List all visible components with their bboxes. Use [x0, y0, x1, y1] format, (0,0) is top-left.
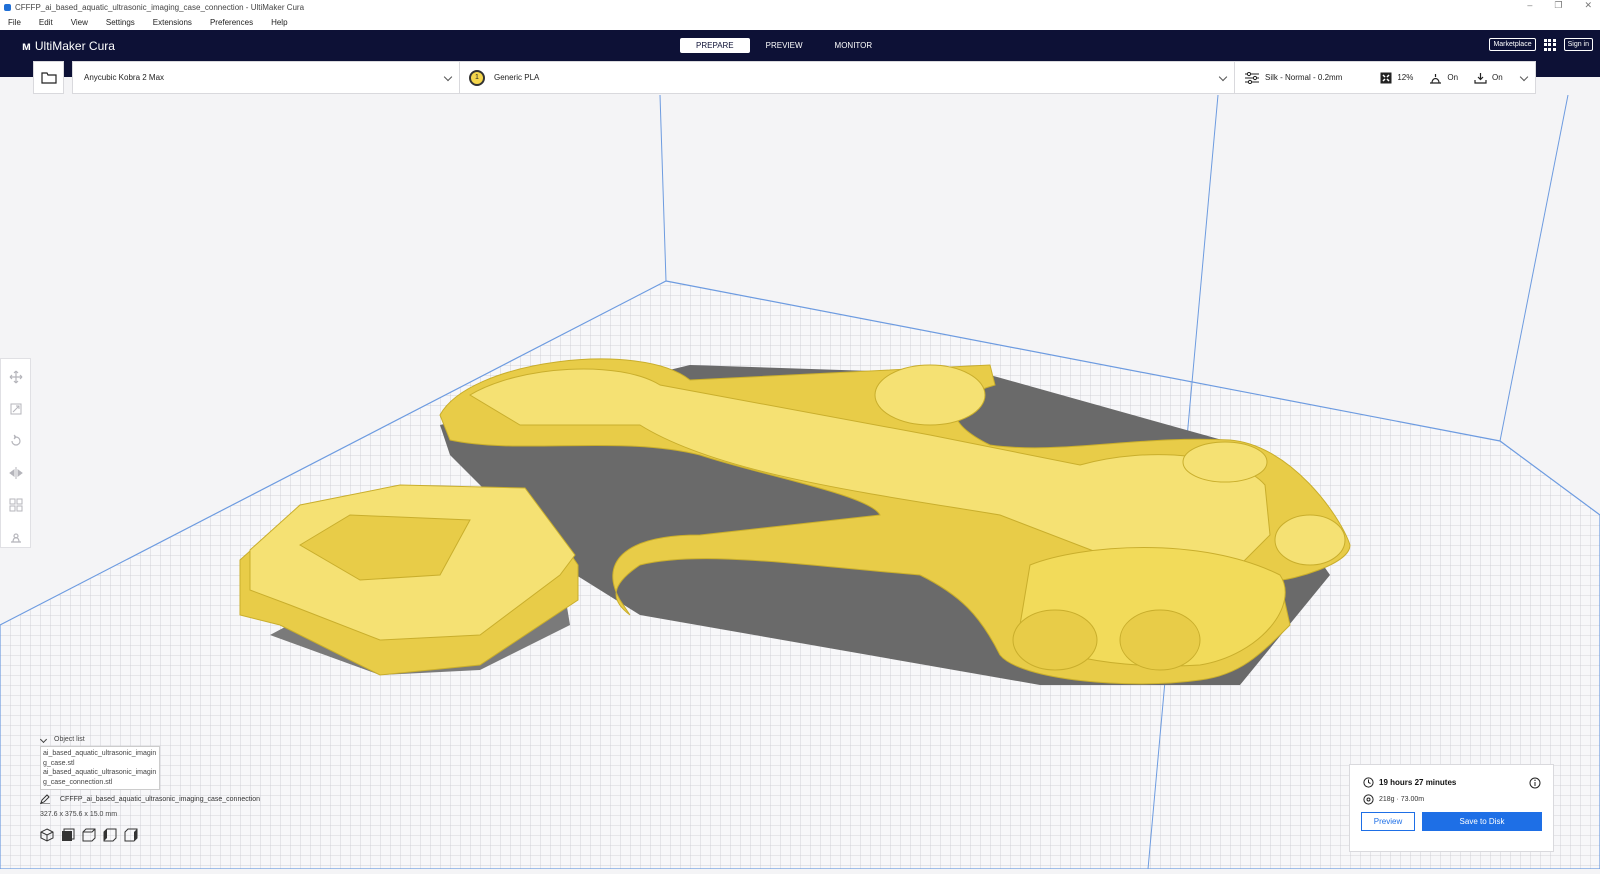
open-file-button[interactable] — [33, 61, 64, 94]
menu-edit[interactable]: Edit — [39, 18, 53, 27]
chevron-down-icon — [443, 72, 453, 82]
window-controls: – ❐ ✕ — [1527, 0, 1592, 11]
marketplace-button[interactable]: Marketplace — [1489, 38, 1536, 51]
print-time: 19 hours 27 minutes — [1363, 777, 1456, 788]
sliders-icon — [1245, 71, 1259, 84]
transform-tools-panel — [0, 358, 31, 548]
infill-setting: 12% — [1380, 72, 1413, 84]
view-front-icon[interactable] — [61, 828, 75, 842]
menu-file[interactable]: File — [8, 18, 21, 27]
list-item[interactable]: ai_based_aquatic_ultrasonic_imaging_case… — [43, 768, 157, 787]
profile-name: Silk - Normal - 0.2mm — [1265, 73, 1343, 82]
print-summary-panel: 19 hours 27 minutes 218g · 73.00m Previe… — [1349, 764, 1554, 852]
app-logo: ᴍ UltiMaker Cura — [22, 39, 115, 53]
pencil-icon[interactable] — [40, 794, 50, 804]
folder-icon — [40, 72, 57, 84]
clock-icon — [1363, 777, 1374, 788]
scale-tool-icon[interactable] — [9, 399, 23, 419]
material-selector[interactable]: 1 Generic PLA — [459, 61, 1235, 94]
spool-icon — [1363, 794, 1374, 805]
object-list-panel: Object list ai_based_aquatic_ultrasonic_… — [38, 735, 160, 790]
menu-settings[interactable]: Settings — [106, 18, 135, 27]
view-left-icon[interactable] — [103, 828, 117, 842]
close-button[interactable]: ✕ — [1584, 0, 1592, 11]
tab-prepare[interactable]: PREPARE — [680, 38, 750, 53]
menu-extensions[interactable]: Extensions — [153, 18, 192, 27]
move-tool-icon[interactable] — [9, 367, 23, 387]
restore-button[interactable]: ❐ — [1554, 0, 1562, 11]
support-setting: On — [1429, 72, 1458, 84]
list-item[interactable]: ai_based_aquatic_ultrasonic_imaging_case… — [43, 749, 157, 768]
material-usage-value: 218g · 73.00m — [1379, 796, 1425, 803]
cura-app-icon — [4, 3, 11, 11]
minimize-button[interactable]: – — [1527, 0, 1532, 11]
material-name: Generic PLA — [494, 73, 540, 82]
print-time-value: 19 hours 27 minutes — [1379, 778, 1457, 787]
profile-setting: Silk - Normal - 0.2mm — [1244, 71, 1343, 84]
apps-grid-icon[interactable] — [1543, 38, 1556, 51]
print-settings-selector[interactable]: Silk - Normal - 0.2mm 12% On On — [1234, 61, 1536, 94]
adhesion-value: On — [1492, 73, 1503, 82]
infill-icon — [1380, 72, 1392, 83]
object-list-box: ai_based_aquatic_ultrasonic_imaging_case… — [40, 746, 160, 790]
tab-monitor[interactable]: MONITOR — [819, 38, 889, 53]
printer-name: Anycubic Kobra 2 Max — [84, 73, 165, 82]
ultimaker-logo-icon: ᴍ — [22, 39, 31, 53]
build-volume-edge — [659, 94, 667, 282]
build-plate-scene — [0, 94, 1600, 870]
support-value: On — [1447, 73, 1459, 82]
mirror-tool-icon[interactable] — [8, 463, 23, 483]
menu-help[interactable]: Help — [271, 18, 287, 27]
per-model-settings-icon[interactable] — [9, 495, 23, 515]
extruder-badge-icon: 1 — [469, 69, 485, 86]
printer-selector[interactable]: Anycubic Kobra 2 Max — [72, 61, 460, 94]
support-blocker-icon[interactable] — [9, 527, 23, 547]
preview-button[interactable]: Preview — [1361, 812, 1415, 831]
info-icon[interactable] — [1529, 776, 1541, 794]
save-to-disk-button[interactable]: Save to Disk — [1422, 812, 1542, 831]
window-titlebar: CFFFP_ai_based_aquatic_ultrasonic_imagin… — [0, 0, 1600, 14]
chevron-down-icon — [1218, 72, 1228, 82]
build-volume-edge — [1499, 94, 1569, 442]
menu-preferences[interactable]: Preferences — [210, 18, 253, 27]
chevron-down-icon — [1519, 72, 1529, 82]
print-setup-toolbar: Anycubic Kobra 2 Max 1 Generic PLA Silk … — [0, 61, 1600, 95]
project-name-row: CFFFP_ai_based_aquatic_ultrasonic_imagin… — [40, 794, 260, 804]
view-top-icon[interactable] — [82, 828, 96, 842]
adhesion-icon — [1474, 72, 1487, 84]
header-right-actions: Marketplace Sign in — [1489, 38, 1593, 51]
material-usage: 218g · 73.00m — [1363, 794, 1424, 805]
camera-view-buttons — [40, 828, 138, 842]
window-title: CFFFP_ai_based_aquatic_ultrasonic_imagin… — [15, 2, 305, 12]
view-right-icon[interactable] — [124, 828, 138, 842]
rotate-tool-icon[interactable] — [9, 431, 23, 451]
support-icon — [1430, 73, 1442, 84]
infill-value: 12% — [1397, 73, 1414, 82]
menu-bar: File Edit View Settings Extensions Prefe… — [0, 14, 1600, 30]
adhesion-setting: On — [1474, 72, 1503, 84]
object-list-header[interactable]: Object list — [38, 735, 160, 744]
chevron-down-icon — [39, 735, 48, 744]
logo-text: UltiMaker Cura — [34, 39, 115, 53]
3d-viewport[interactable] — [0, 94, 1600, 870]
model-dimensions: 327.6 x 375.6 x 15.0 mm — [40, 811, 118, 818]
menu-view[interactable]: View — [71, 18, 88, 27]
tab-preview[interactable]: PREVIEW — [750, 38, 819, 53]
project-name[interactable]: CFFFP_ai_based_aquatic_ultrasonic_imagin… — [60, 796, 260, 803]
sign-in-button[interactable]: Sign in — [1563, 38, 1593, 51]
view-3d-icon[interactable] — [40, 828, 54, 842]
object-list-title: Object list — [54, 736, 85, 743]
stage-tabs: PREPARE PREVIEW MONITOR — [680, 38, 888, 53]
